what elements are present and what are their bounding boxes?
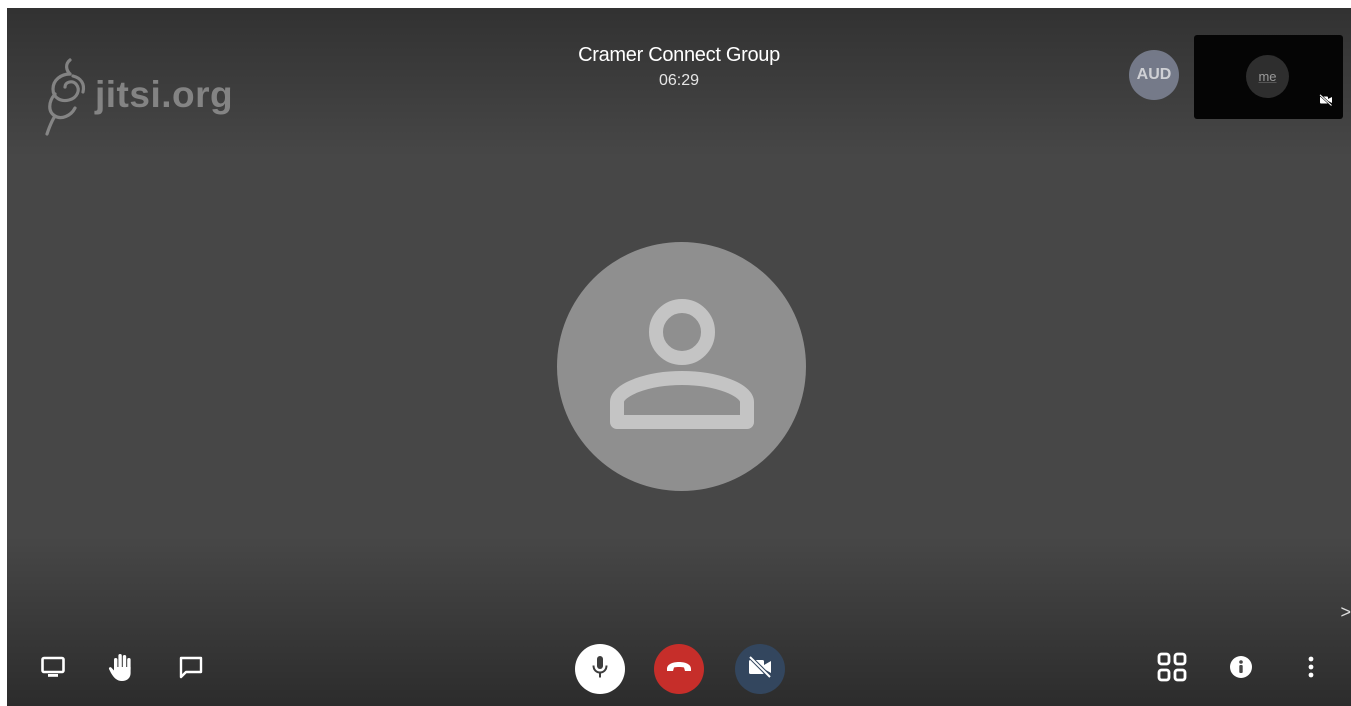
local-participant-label: me <box>1258 69 1277 84</box>
microphone-button[interactable] <box>575 644 625 694</box>
remote-participant-initials: AUD <box>1136 66 1172 83</box>
more-actions-button[interactable] <box>1291 649 1331 689</box>
camera-off-icon <box>1319 93 1333 111</box>
info-icon <box>1229 655 1253 684</box>
conference-stage: jitsi.org Cramer Connect Group 06:29 AUD… <box>7 8 1351 706</box>
hangup-button[interactable] <box>654 644 704 694</box>
grid-icon <box>1157 652 1187 687</box>
local-participant-avatar: me <box>1246 55 1289 98</box>
chat-button[interactable] <box>171 649 211 689</box>
main-participant-avatar <box>557 242 806 491</box>
local-video-thumbnail[interactable]: me <box>1194 35 1343 119</box>
camera-button[interactable] <box>735 644 785 694</box>
more-vertical-icon <box>1307 655 1315 684</box>
filmstrip-toggle[interactable]: > <box>1340 602 1351 623</box>
phone-hangup-icon <box>665 660 693 679</box>
share-screen-button[interactable] <box>33 649 73 689</box>
remote-participant-avatar[interactable]: AUD <box>1129 50 1179 100</box>
person-icon <box>607 294 757 439</box>
microphone-icon <box>589 654 611 685</box>
raise-hand-button[interactable] <box>102 649 142 689</box>
hand-icon <box>108 652 136 687</box>
chat-bubble-icon <box>178 655 204 684</box>
chevron-right-icon: > <box>1340 602 1351 622</box>
info-button[interactable] <box>1221 649 1261 689</box>
tile-view-button[interactable] <box>1152 649 1192 689</box>
monitor-icon <box>40 655 66 684</box>
camera-off-icon <box>746 655 774 684</box>
